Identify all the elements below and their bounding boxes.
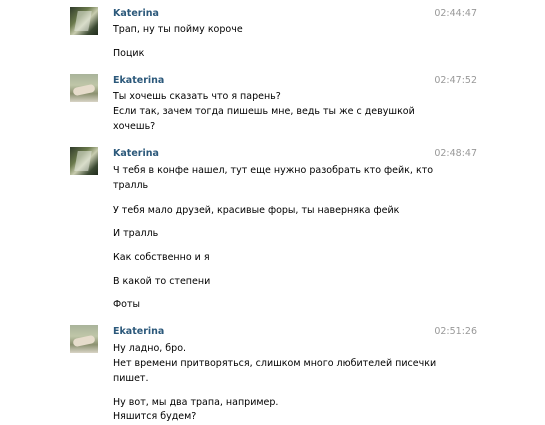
avatar[interactable] [70, 7, 98, 35]
message-text: Нет времени притворяться, слишком много … [113, 358, 437, 384]
avatar[interactable] [70, 147, 98, 175]
author-name[interactable]: Katerina [113, 8, 159, 19]
message-text: Фоты [113, 299, 141, 310]
message-text: Если так, зачем тогда пишешь мне, ведь т… [113, 106, 415, 132]
avatar[interactable] [70, 325, 98, 353]
author-name[interactable]: Katerina [113, 148, 159, 159]
message-text: У тебя мало друзей, красивые форы, ты на… [113, 205, 400, 216]
author-name[interactable]: Ekaterina [113, 75, 164, 86]
message-text: Няшится будем? [113, 411, 197, 422]
message-text: Поцик [113, 48, 145, 59]
message-text: Как собственно и я [113, 252, 210, 263]
message-text: Ч тебя в конфе нашел, тут еще нужно разо… [113, 165, 434, 191]
message-text: Ну вот, мы два трапа, например. [113, 397, 279, 408]
message-time: 02:44:47 [434, 8, 477, 19]
message-time: 02:48:47 [434, 148, 477, 159]
message-time: 02:51:26 [434, 326, 477, 337]
message-time: 02:47:52 [434, 75, 477, 86]
message-text: И тралль [113, 228, 159, 239]
message-text: Трап, ну ты пойму короче [113, 24, 243, 35]
message-text: Ты хочешь сказать что я парень? [113, 91, 281, 102]
message-text: В какой то степени [113, 276, 211, 287]
avatar[interactable] [70, 74, 98, 102]
author-name[interactable]: Ekaterina [113, 326, 164, 337]
message-text: Ну ладно, бро. [113, 343, 187, 354]
